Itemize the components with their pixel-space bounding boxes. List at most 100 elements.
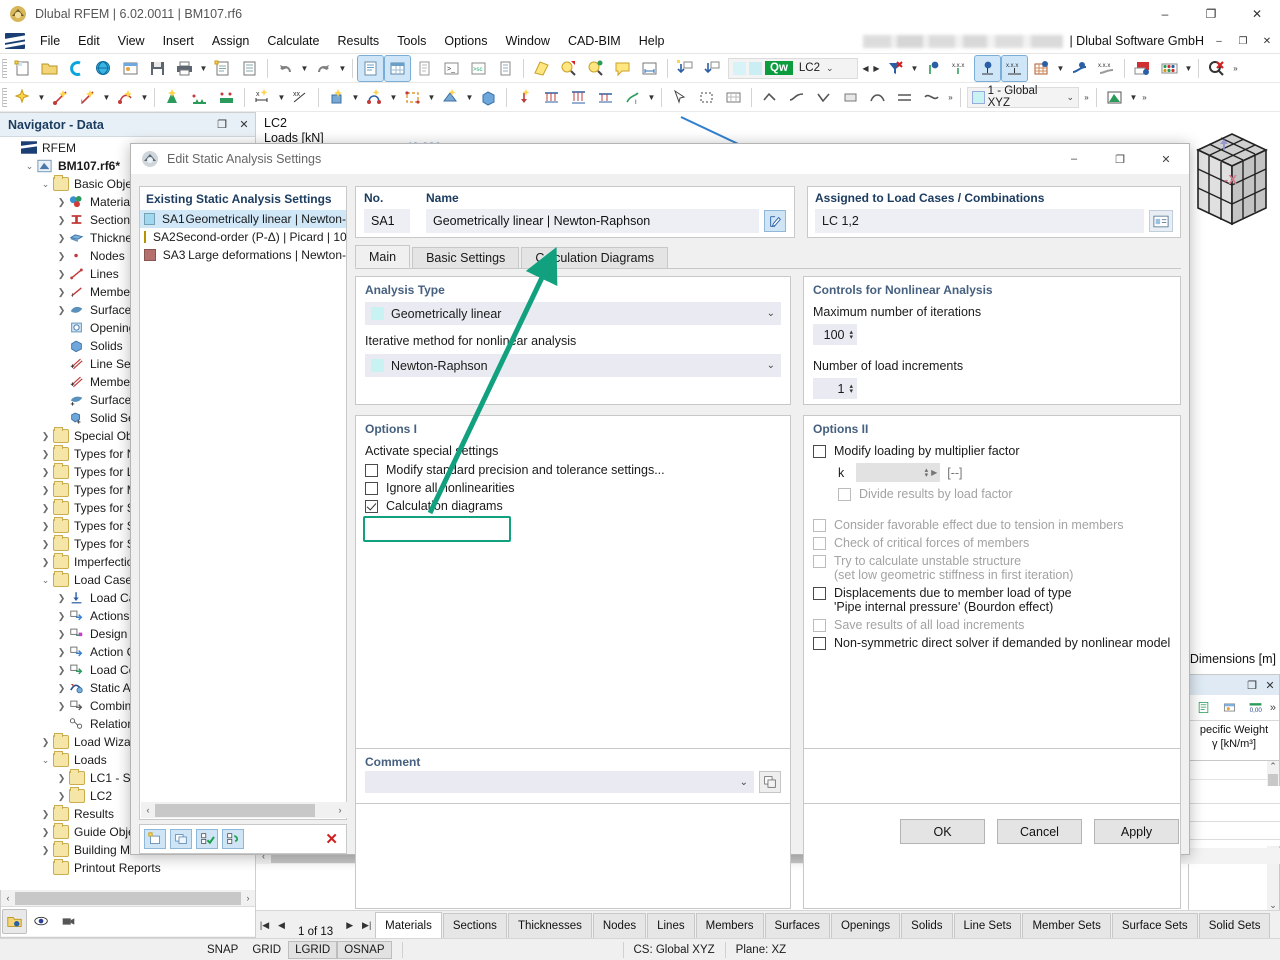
table-close-icon[interactable]: ✕ <box>1261 679 1279 692</box>
status-lgrid-toggle[interactable]: LGRID <box>288 940 338 959</box>
dialog-tabs[interactable]: Main Basic Settings Calculation Diagrams <box>355 245 1181 269</box>
view-shape-4-icon[interactable] <box>838 85 863 110</box>
chevron-right-icon[interactable]: ❯ <box>38 467 53 478</box>
new-member-icon[interactable]: I <box>75 85 100 110</box>
table-undock-icon[interactable]: ❐ <box>1243 679 1261 692</box>
delete-icon[interactable]: ✕ <box>325 830 338 848</box>
chevron-down-icon[interactable]: ⌄ <box>38 575 53 586</box>
load-line3-icon[interactable] <box>593 85 618 110</box>
new-line-icon[interactable] <box>48 85 73 110</box>
chevron-right-icon[interactable]: ❯ <box>54 197 69 208</box>
status-snap-toggle[interactable]: SNAP <box>200 941 245 959</box>
assigned-value[interactable]: LC 1,2 <box>815 209 1144 233</box>
checkbox-box[interactable] <box>813 445 826 458</box>
zoom-all-icon[interactable] <box>583 56 608 81</box>
chevron-right-icon[interactable]: ❯ <box>38 737 53 748</box>
checkbox-box[interactable] <box>813 587 826 600</box>
table-export-icon[interactable] <box>1192 695 1214 720</box>
dim-x-icon[interactable]: x <box>250 85 275 110</box>
list-picker-icon[interactable] <box>1149 210 1173 232</box>
display-settings-icon[interactable] <box>1102 85 1127 110</box>
checkbox-bourdon-effect[interactable]: Displacements due to member load of type… <box>804 584 1180 616</box>
navigator-display-tab-icon[interactable] <box>29 909 54 934</box>
chevron-right-icon[interactable]: ❯ <box>54 287 69 298</box>
menu-options[interactable]: Options <box>435 30 496 52</box>
checkbox-box[interactable] <box>813 637 826 650</box>
ok-button[interactable]: OK <box>900 819 985 844</box>
nav-scroll-thumb[interactable] <box>15 891 241 905</box>
next-page-button[interactable]: ▶ <box>341 912 358 938</box>
status-grid-toggle[interactable]: GRID <box>245 941 288 959</box>
undo-icon[interactable] <box>273 56 298 81</box>
menu-tools[interactable]: Tools <box>388 30 435 52</box>
chevron-right-icon[interactable]: ❯ <box>38 827 53 838</box>
surface-support-icon[interactable] <box>214 85 239 110</box>
chevron-right-icon[interactable]: ❯ <box>54 611 69 622</box>
new-node-icon[interactable] <box>10 85 35 110</box>
cloud-icon[interactable] <box>64 56 89 81</box>
mirror-icon[interactable] <box>438 85 463 110</box>
chevron-right-icon[interactable]: ❯ <box>54 233 69 244</box>
bottom-tab-strip[interactable]: Materials Sections Thicknesses Nodes Lines Me… <box>375 912 1271 938</box>
tab-lines[interactable]: Lines <box>647 913 695 938</box>
first-page-button[interactable]: |◀ <box>256 912 273 938</box>
checkbox-box[interactable] <box>813 619 826 632</box>
tab-surface-sets[interactable]: Surface Sets <box>1111 913 1198 938</box>
prev-page-button[interactable]: ◀ <box>273 912 290 938</box>
navigator-data-tab-icon[interactable] <box>2 909 27 934</box>
table-panel-icon[interactable] <box>384 54 411 82</box>
chevron-right-icon[interactable]: ❯ <box>38 485 53 496</box>
menu-window[interactable]: Window <box>496 30 558 52</box>
values-xxx-icon[interactable]: x.x.x <box>948 56 973 81</box>
list-scroll-thumb[interactable] <box>155 803 315 817</box>
chevron-right-icon[interactable]: ❯ <box>54 629 69 640</box>
checkbox-box[interactable] <box>813 555 826 568</box>
chevron-right-icon[interactable]: ❯ <box>38 431 53 442</box>
abacus-dropdown-caret[interactable]: ▼ <box>1183 56 1194 81</box>
render-view-icon[interactable] <box>529 56 554 81</box>
chevron-right-icon[interactable]: ❯ <box>54 773 69 784</box>
select-all-icon[interactable] <box>196 829 218 849</box>
no-value[interactable]: SA1 <box>364 209 410 233</box>
support-icon[interactable] <box>160 85 185 110</box>
printout-icon[interactable] <box>1130 56 1155 81</box>
abacus-icon[interactable] <box>1157 56 1182 81</box>
menu-view[interactable]: View <box>109 30 154 52</box>
chevron-right-icon[interactable]: ❯ <box>54 791 69 802</box>
tb2-overflow-1[interactable]: » <box>945 85 956 110</box>
tb2-overflow-3[interactable]: » <box>1139 85 1150 110</box>
last-page-button[interactable]: ▶| <box>358 912 375 938</box>
tab-solids[interactable]: Solids <box>901 913 953 938</box>
stepper-arrows-icon[interactable]: ▴ ▾ <box>849 329 853 341</box>
chevron-down-icon[interactable]: ⌄ <box>767 308 775 319</box>
analysis-type-dropdown[interactable]: Geometrically linear ⌄ <box>365 302 781 325</box>
chevron-right-icon[interactable]: ❯ <box>38 521 53 532</box>
name-input[interactable]: Geometrically linear | Newton-Raphson <box>426 209 759 233</box>
tab-thicknesses[interactable]: Thicknesses <box>507 913 592 938</box>
menu-calculate[interactable]: Calculate <box>258 30 328 52</box>
new-report-icon[interactable] <box>210 56 235 81</box>
status-osnap-toggle[interactable]: OSNAP <box>337 940 392 959</box>
view-shape-3-icon[interactable] <box>811 85 836 110</box>
checkbox-box[interactable] <box>813 519 826 532</box>
result-table-caret[interactable]: ▼ <box>1055 56 1066 81</box>
save-icon[interactable] <box>145 56 170 81</box>
tab-basic-settings[interactable]: Basic Settings <box>412 247 520 268</box>
max-iterations-stepper[interactable]: 100 ▴ ▾ <box>813 324 857 345</box>
comment-input[interactable]: ⌄ <box>365 771 754 793</box>
member-dropdown-caret[interactable]: ▼ <box>101 85 112 110</box>
tab-calculation-diagrams[interactable]: Calculation Diagrams <box>521 247 669 268</box>
menu-cad-bim[interactable]: CAD-BIM <box>559 30 630 52</box>
chevron-right-icon[interactable]: ❯ <box>54 269 69 280</box>
k-expand-arrow[interactable]: ▶ <box>931 468 937 477</box>
chevron-right-icon[interactable]: ❯ <box>54 665 69 676</box>
zoom-select-icon[interactable] <box>556 56 581 81</box>
chevron-right-icon[interactable]: ❯ <box>54 647 69 658</box>
move-icon[interactable] <box>324 85 349 110</box>
lc-next-button[interactable]: ▶ <box>871 56 882 81</box>
menu-insert[interactable]: Insert <box>154 30 203 52</box>
load-line1-icon[interactable] <box>539 85 564 110</box>
doc-minimize-button[interactable]: – <box>1210 32 1228 50</box>
checkbox-box[interactable] <box>838 488 851 501</box>
load-new-icon[interactable] <box>673 56 698 81</box>
